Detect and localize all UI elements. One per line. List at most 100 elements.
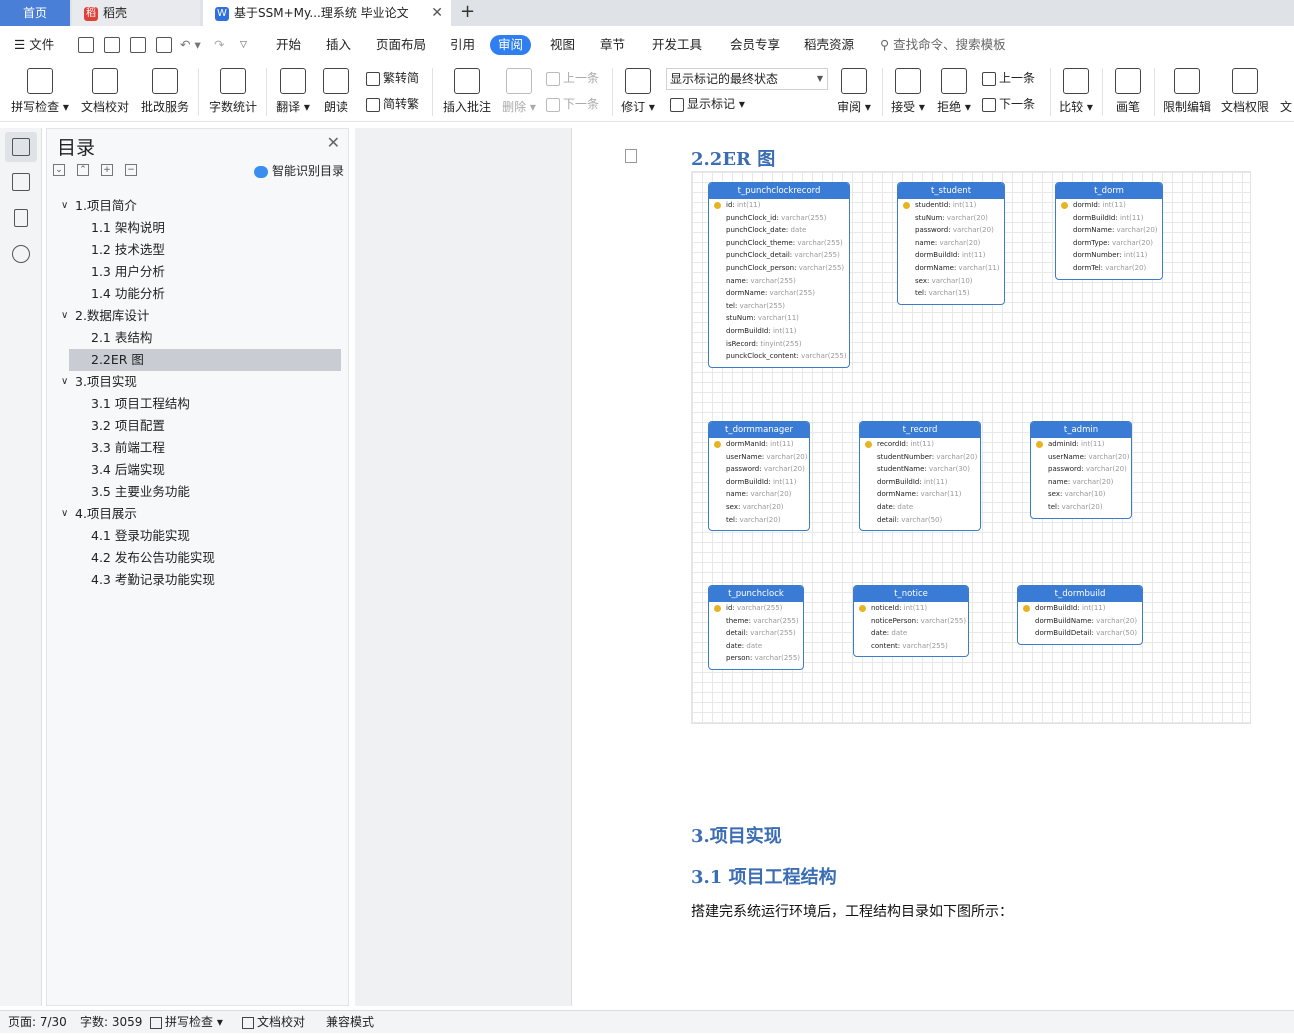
menu-page-layout[interactable]: 页面布局 <box>376 30 426 60</box>
doc-extra-button[interactable]: 文 <box>1278 62 1294 115</box>
compare-button[interactable]: 比较 ▾ <box>1056 62 1096 115</box>
toc-item[interactable]: ∨ 2.数据库设计 <box>47 305 348 327</box>
insert-comment-button[interactable]: 插入批注 <box>440 62 494 115</box>
daoke-icon: 稻 <box>84 6 98 21</box>
restrict-editing-button[interactable]: 限制编辑 <box>1160 62 1214 115</box>
menu-daoke-resources[interactable]: 稻壳资源 <box>804 30 854 60</box>
toc-item[interactable]: 4.1 登录功能实现 <box>47 525 348 547</box>
markup-state-value: 显示标记的最终状态 <box>670 72 779 86</box>
collapse-all-icon[interactable]: ⌄ <box>53 164 65 176</box>
menu-insert[interactable]: 插入 <box>326 30 351 60</box>
tab-home[interactable]: 首页 <box>0 0 70 26</box>
doc-proofread-button[interactable]: 文档校对 <box>78 62 132 115</box>
prev-change-button[interactable]: 上一条 <box>982 68 1035 88</box>
quick-access-dropdown-icon[interactable]: ▽ <box>240 30 247 60</box>
toc-panel: 目录 ✕ ⌄ ⌃ + − 智能识别目录 ∨ 1.项目简介 1.1 架构说明 1.2 技… <box>46 128 349 1006</box>
toc-item[interactable]: 3.1 项目工程结构 <box>47 393 348 415</box>
search-icon: ⚲ <box>880 37 890 52</box>
accept-button[interactable]: 接受 ▾ <box>888 62 928 115</box>
menu-dev-tools[interactable]: 开发工具 <box>652 30 702 60</box>
save-icon[interactable] <box>78 37 94 53</box>
spell-check-status[interactable]: 拼写检查 ▾ <box>150 1011 223 1034</box>
insert-comment-label: 插入批注 <box>442 100 491 114</box>
toc-item[interactable]: 1.2 技术选型 <box>47 239 348 261</box>
toc-item[interactable]: 2.2ER 图 <box>69 349 341 371</box>
proofread-icon <box>242 1016 254 1029</box>
trad-to-simp-button[interactable]: 繁转简 <box>366 68 419 88</box>
delete-comment-button[interactable]: 删除 ▾ <box>500 62 538 115</box>
toc-item[interactable]: 1.1 架构说明 <box>47 217 348 239</box>
toc-item[interactable]: 2.1 表结构 <box>47 327 348 349</box>
word-count-status[interactable]: 字数: 3059 <box>80 1011 142 1034</box>
smart-toc-label: 智能识别目录 <box>271 164 344 178</box>
add-heading-icon[interactable]: + <box>101 164 113 176</box>
menu-review[interactable]: 审阅 <box>490 35 532 55</box>
close-icon[interactable]: ✕ <box>327 133 340 152</box>
word-count-button[interactable]: 字数统计 <box>206 62 260 115</box>
next-comment-label: 下一条 <box>563 97 600 111</box>
toc-item[interactable]: 3.2 项目配置 <box>47 415 348 437</box>
tab-daoke-label: 稻壳 <box>103 6 128 20</box>
undo-icon[interactable]: ↶ ▾ <box>180 30 201 60</box>
new-tab-plus-icon[interactable]: + <box>460 0 475 24</box>
search-icon[interactable] <box>12 245 30 263</box>
chevron-down-icon[interactable]: ∨ <box>61 305 68 327</box>
command-search[interactable]: ⚲ 查找命令、搜索模板 <box>880 30 1006 60</box>
next-comment-button[interactable]: 下一条 <box>546 94 599 114</box>
review-pane-button[interactable]: 审阅 ▾ <box>834 62 874 115</box>
export-pdf-icon[interactable] <box>104 37 120 53</box>
chevron-down-icon[interactable]: ∨ <box>61 503 68 525</box>
proofread-status[interactable]: 文档校对 <box>242 1011 305 1034</box>
toc-item[interactable]: 3.4 后端实现 <box>47 459 348 481</box>
chevron-down-icon[interactable]: ∨ <box>61 371 68 393</box>
menu-start[interactable]: 开始 <box>276 30 301 60</box>
markup-state-select[interactable]: 显示标记的最终状态 ▼ <box>666 68 828 90</box>
toc-item[interactable]: ∨ 1.项目简介 <box>47 195 348 217</box>
toc-item[interactable]: 1.4 功能分析 <box>47 283 348 305</box>
pen-button[interactable]: 画笔 <box>1108 62 1148 115</box>
prev-comment-button[interactable]: 上一条 <box>546 68 599 88</box>
insert-comment-icon <box>454 68 480 94</box>
menu-member[interactable]: 会员专享 <box>730 30 780 60</box>
doc-permission-button[interactable]: 文档权限 <box>1218 62 1272 115</box>
smart-toc-button[interactable]: 智能识别目录 <box>253 162 344 179</box>
toc-item[interactable]: 4.3 考勤记录功能实现 <box>47 569 348 591</box>
page-indicator[interactable]: 页面: 7/30 <box>8 1011 67 1034</box>
print-icon[interactable] <box>130 37 146 53</box>
next-change-button[interactable]: 下一条 <box>982 94 1035 114</box>
show-markup-button[interactable]: 显示标记 ▾ <box>670 94 745 114</box>
doc-proofread-icon <box>92 68 118 94</box>
remove-heading-icon[interactable]: − <box>125 164 137 176</box>
read-aloud-label: 朗读 <box>323 100 348 114</box>
toc-item[interactable]: 1.3 用户分析 <box>47 261 348 283</box>
toc-item[interactable]: ∨ 4.项目展示 <box>47 503 348 525</box>
bookmark-icon[interactable] <box>14 209 28 227</box>
toc-icon[interactable] <box>12 138 30 156</box>
print-preview-icon[interactable] <box>156 37 172 53</box>
tab-document[interactable]: W 基于SSM+My...理系统 毕业论文 ✕ <box>203 0 451 26</box>
toc-item[interactable]: 3.5 主要业务功能 <box>47 481 348 503</box>
spell-check-icon <box>27 68 53 94</box>
menu-view[interactable]: 视图 <box>550 30 575 60</box>
expand-up-icon[interactable]: ⌃ <box>77 164 89 176</box>
translate-button[interactable]: 翻译 ▾ <box>274 62 312 115</box>
spell-check-button[interactable]: 拼写检查 ▾ <box>8 62 72 115</box>
track-changes-button[interactable]: 修订 ▾ <box>618 62 658 115</box>
reject-button[interactable]: 拒绝 ▾ <box>934 62 974 115</box>
show-markup-label: 显示标记 <box>687 97 736 111</box>
toc-item[interactable]: ∨ 3.项目实现 <box>47 371 348 393</box>
menu-chapter[interactable]: 章节 <box>600 30 625 60</box>
correction-service-button[interactable]: 批改服务 <box>138 62 192 115</box>
close-icon[interactable]: ✕ <box>431 0 443 26</box>
nav-pane-icon[interactable] <box>12 173 30 191</box>
menu-reference[interactable]: 引用 <box>450 30 475 60</box>
tab-daoke[interactable]: 稻稻壳 <box>72 0 200 26</box>
accept-icon <box>895 68 921 94</box>
chevron-down-icon[interactable]: ∨ <box>61 195 68 217</box>
simp-to-trad-button[interactable]: 简转繁 <box>366 94 419 114</box>
file-menu[interactable]: ☰ 文件 <box>14 30 54 60</box>
toc-item[interactable]: 4.2 发布公告功能实现 <box>47 547 348 569</box>
redo-icon[interactable]: ↷ <box>214 30 224 60</box>
toc-item[interactable]: 3.3 前端工程 <box>47 437 348 459</box>
read-aloud-button[interactable]: 朗读 <box>318 62 354 115</box>
